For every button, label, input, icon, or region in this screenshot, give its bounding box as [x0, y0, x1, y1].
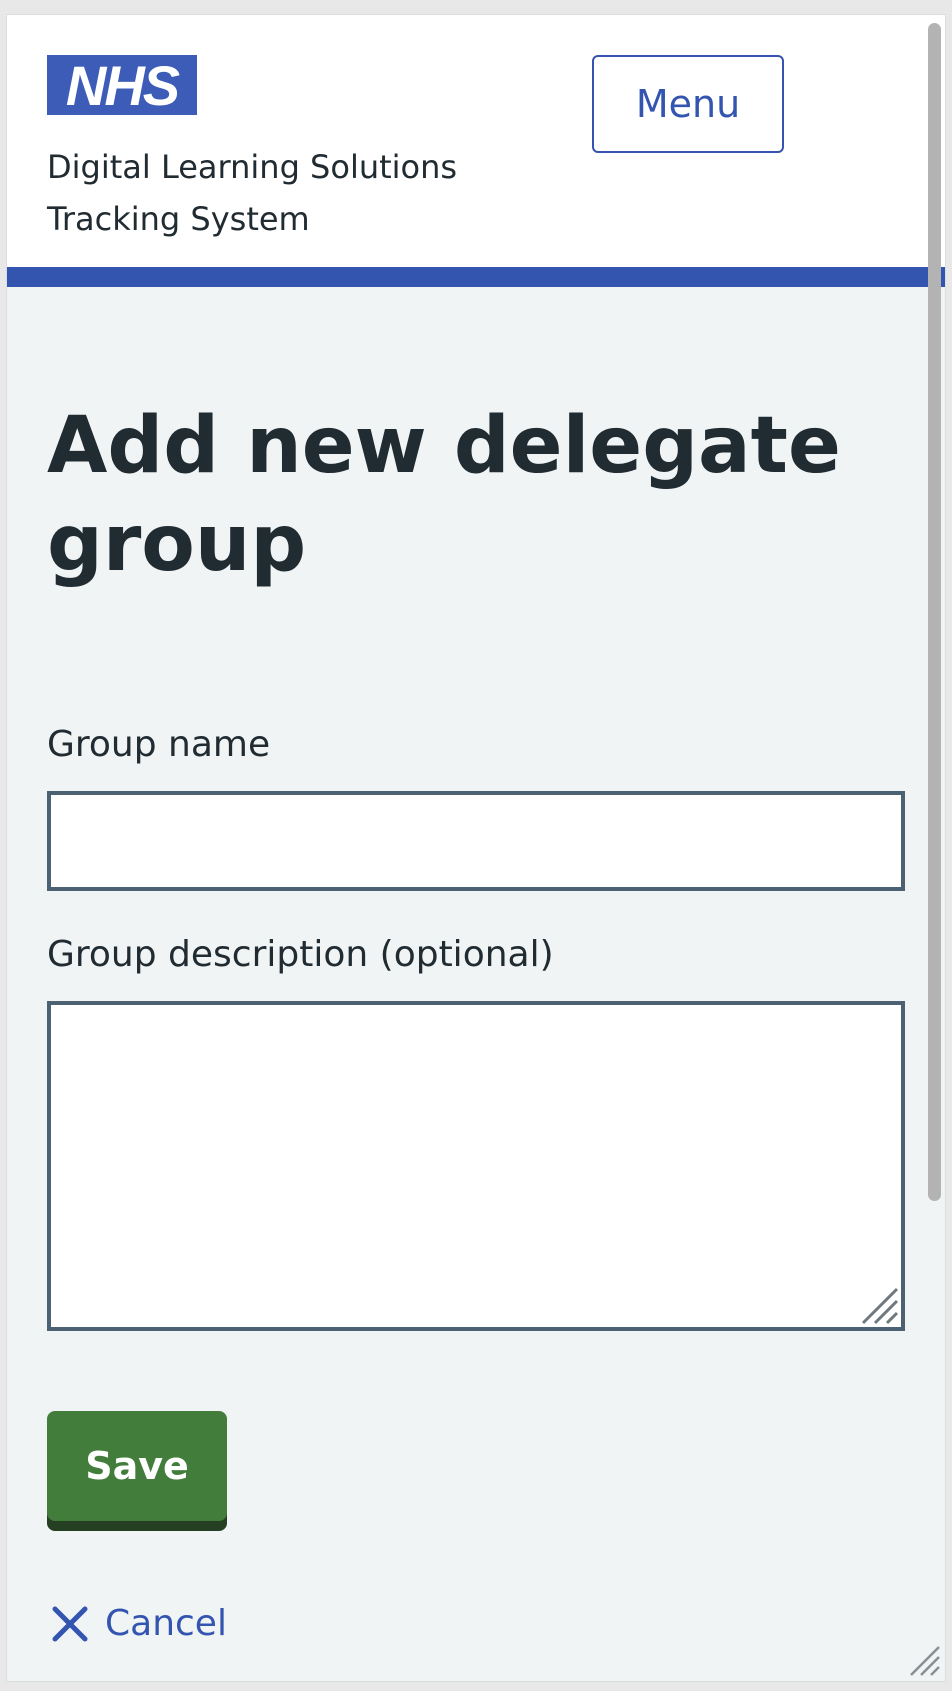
browser-viewport: NHS Digital Learning Solutions Tracking …: [6, 14, 946, 1682]
header-divider-bar: [7, 267, 945, 287]
window-resize-grip-icon[interactable]: [907, 1643, 941, 1677]
scrollbar-thumb[interactable]: [928, 23, 941, 1201]
save-button[interactable]: Save: [47, 1411, 227, 1521]
nhs-logo[interactable]: NHS: [47, 55, 197, 115]
resize-grip-icon[interactable]: [859, 1285, 899, 1325]
site-header: NHS Digital Learning Solutions Tracking …: [7, 15, 945, 267]
group-name-label: Group name: [47, 724, 271, 765]
cancel-label: Cancel: [105, 1603, 227, 1644]
service-name-line-1: Digital Learning Solutions: [47, 148, 458, 186]
cancel-link[interactable]: Cancel: [51, 1603, 227, 1644]
group-description-textarea[interactable]: [47, 1001, 905, 1331]
group-description-label: Group description (optional): [47, 934, 554, 975]
vertical-scrollbar[interactable]: [927, 15, 945, 1681]
page-title: Add new delegate group: [47, 401, 841, 589]
menu-button[interactable]: Menu: [592, 55, 784, 153]
service-name-line-2: Tracking System: [47, 200, 310, 238]
group-name-input[interactable]: [47, 791, 905, 891]
nhs-logo-text: NHS: [65, 54, 180, 117]
close-icon: [52, 1606, 88, 1641]
service-name[interactable]: Digital Learning Solutions Tracking Syst…: [47, 141, 507, 245]
